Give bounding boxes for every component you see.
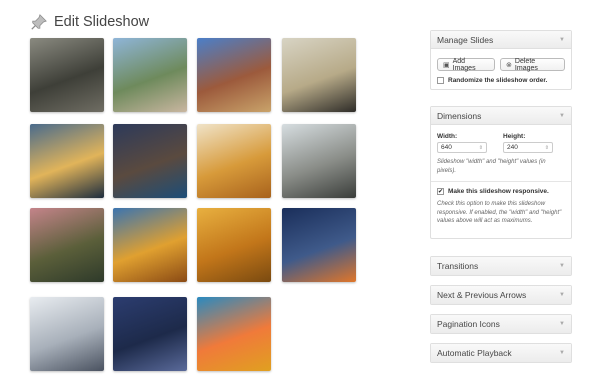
responsive-help: Check this option to make this slideshow… (437, 201, 562, 224)
pagination-header[interactable]: Pagination Icons ▼ (431, 315, 571, 333)
panel-title: Manage Slides (437, 34, 494, 45)
width-input[interactable]: 640 ⇳ (437, 142, 487, 153)
page-header: Edit Slideshow (30, 10, 149, 34)
autoplay-panel[interactable]: Automatic Playback ▼ (430, 343, 572, 363)
dimensions-help: Slideshow "width" and "height" values (i… (437, 159, 546, 174)
expand-arrow-icon[interactable]: ▼ (559, 321, 565, 327)
spinner-icon[interactable]: ⇳ (545, 145, 549, 151)
expand-arrow-icon[interactable]: ▼ (559, 350, 565, 356)
collapse-arrow-icon[interactable]: ▼ (559, 113, 565, 119)
height-label: Height: (503, 133, 526, 140)
collapse-arrow-icon[interactable]: ▼ (559, 37, 565, 43)
expand-arrow-icon[interactable]: ▼ (559, 292, 565, 298)
manage-slides-panel: Manage Slides ▼ ▣ Add Images ⊗ Delete Im… (430, 30, 572, 90)
add-image-icon: ▣ (443, 61, 450, 69)
responsive-checkbox[interactable]: ✔ (437, 188, 444, 195)
height-input[interactable]: 240 ⇳ (503, 142, 553, 153)
slide-thumbnail[interactable] (30, 38, 104, 112)
manage-slides-header[interactable]: Manage Slides ▼ (431, 31, 571, 49)
transitions-panel[interactable]: Transitions ▼ (430, 256, 572, 276)
settings-sidebar: Manage Slides ▼ ▣ Add Images ⊗ Delete Im… (430, 30, 572, 363)
slides-grid (30, 38, 360, 378)
slide-thumbnail[interactable] (30, 208, 104, 282)
randomize-checkbox[interactable] (437, 77, 444, 84)
slide-thumbnail[interactable] (113, 297, 187, 371)
add-images-button[interactable]: ▣ Add Images (437, 57, 496, 72)
slide-thumbnail[interactable] (113, 38, 187, 112)
add-images-label: Add Images (452, 57, 476, 72)
panel-title: Pagination Icons (437, 319, 500, 329)
slide-thumbnail[interactable] (197, 297, 271, 371)
transitions-header[interactable]: Transitions ▼ (431, 257, 571, 275)
responsive-label: Make this slideshow responsive. (448, 188, 549, 195)
arrows-panel[interactable]: Next & Previous Arrows ▼ (430, 285, 572, 305)
slide-thumbnail[interactable] (113, 208, 187, 282)
page-title: Edit Slideshow (54, 14, 150, 30)
autoplay-header[interactable]: Automatic Playback ▼ (431, 344, 571, 362)
panel-title: Transitions (437, 261, 479, 271)
delete-images-label: Delete Images (514, 57, 538, 72)
slide-thumbnail[interactable] (197, 208, 271, 282)
slide-thumbnail[interactable] (282, 208, 356, 282)
width-label: Width: (437, 133, 458, 140)
expand-arrow-icon[interactable]: ▼ (559, 263, 565, 269)
slide-thumbnail[interactable] (197, 124, 271, 198)
slide-thumbnail[interactable] (282, 124, 356, 198)
delete-images-button[interactable]: ⊗ Delete Images (500, 57, 565, 72)
pushpin-icon (31, 14, 47, 30)
arrows-header[interactable]: Next & Previous Arrows ▼ (431, 286, 571, 304)
delete-icon: ⊗ (506, 61, 512, 69)
dimensions-header[interactable]: Dimensions ▼ (431, 107, 571, 125)
width-value: 640 (441, 144, 452, 151)
slide-thumbnail[interactable] (197, 38, 271, 112)
dimensions-panel: Dimensions ▼ Width: 640 ⇳ Height: 240 ⇳ (430, 106, 572, 239)
height-value: 240 (507, 144, 518, 151)
randomize-label: Randomize the slideshow order. (448, 77, 548, 84)
spinner-icon[interactable]: ⇳ (479, 145, 483, 151)
slide-thumbnail[interactable] (30, 124, 104, 198)
divider (431, 181, 571, 182)
panel-title: Dimensions (437, 110, 482, 121)
slide-thumbnail[interactable] (113, 124, 187, 198)
panel-title: Next & Previous Arrows (437, 290, 527, 300)
slide-thumbnail[interactable] (282, 38, 356, 112)
slide-thumbnail[interactable] (30, 297, 104, 371)
pagination-panel[interactable]: Pagination Icons ▼ (430, 314, 572, 334)
panel-title: Automatic Playback (437, 348, 512, 358)
